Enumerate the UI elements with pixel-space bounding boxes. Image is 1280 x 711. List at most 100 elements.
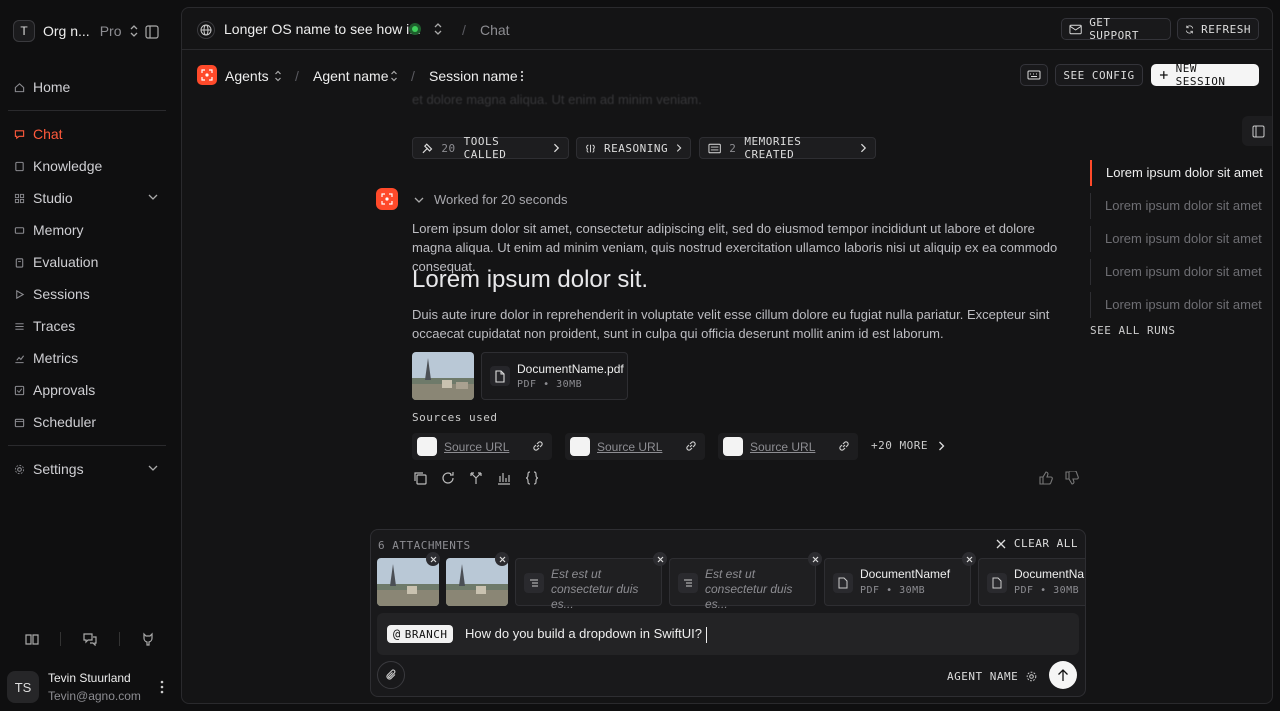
new-session-button[interactable]: NEW SESSION — [1151, 62, 1259, 88]
sidebar-item-settings[interactable]: Settings — [14, 458, 166, 480]
file-meta: PDF • 30MB — [860, 585, 926, 596]
regenerate-icon[interactable] — [441, 471, 455, 485]
text-attachment[interactable]: Est est ut consectetur duis es... — [669, 558, 816, 611]
file-attachment[interactable]: DocumentNa PDF • 30MB — [978, 558, 1085, 606]
memories-label: MEMORIES CREATED — [744, 135, 802, 161]
os-name[interactable]: Longer OS name to see how i... — [224, 21, 421, 37]
remove-attachment-button[interactable] — [808, 552, 822, 566]
hammer-icon — [422, 142, 433, 153]
more-sources-button[interactable]: +20 MORE — [871, 439, 945, 452]
file-attachment-card[interactable]: DocumentName.pdf PDF • 30MB — [481, 352, 628, 400]
org-name: Org n... — [43, 23, 90, 39]
text-attachment[interactable]: Est est ut consectetur duis es... — [515, 558, 662, 611]
sidebar-item-evaluation[interactable]: Evaluation — [14, 251, 166, 273]
sidebar-item-label: Traces — [33, 318, 76, 334]
attach-file-button[interactable] — [377, 661, 405, 689]
agents-selector[interactable]: Agents — [225, 68, 269, 84]
docs-book-icon[interactable] — [25, 632, 39, 646]
remove-attachment-button[interactable] — [962, 552, 976, 566]
sidebar-item-studio[interactable]: Studio — [14, 187, 166, 209]
agent-name-selector[interactable]: Agent name — [313, 68, 389, 84]
memories-count: 2 — [729, 141, 737, 155]
send-button[interactable] — [1049, 661, 1077, 689]
chevron-updown-icon[interactable] — [390, 70, 398, 82]
get-support-button[interactable]: GET SUPPORT — [1061, 16, 1171, 42]
copy-icon[interactable] — [413, 471, 427, 485]
file-attachment[interactable]: DocumentNamef PDF • 30MB — [824, 558, 971, 606]
clear-all-label: CLEAR ALL — [1013, 537, 1078, 550]
clear-all-button[interactable]: CLEAR ALL — [996, 537, 1078, 550]
chevron-updown-icon[interactable] — [433, 22, 443, 36]
chevron-down-icon — [414, 197, 424, 203]
session-name[interactable]: Session name — [429, 68, 518, 84]
sidebar-item-home[interactable]: Home — [14, 76, 166, 98]
source-link[interactable]: Source URL — [718, 433, 858, 460]
remove-attachment-button[interactable] — [426, 552, 440, 566]
source-favicon — [417, 437, 437, 456]
file-meta: PDF • 30MB — [517, 379, 583, 390]
panel-icon — [1252, 125, 1264, 137]
user-menu[interactable]: TS Tevin Stuurland Tevin@agno.com — [7, 670, 172, 704]
breadcrumb-chat[interactable]: Chat — [480, 22, 510, 38]
tools-called-chip[interactable]: 20 TOOLS CALLED — [412, 135, 569, 161]
sidebar-item-label: Chat — [33, 126, 63, 142]
os-status-indicator — [409, 23, 421, 35]
bar-chart-icon[interactable] — [497, 471, 511, 485]
message-paragraph: Duis aute irure dolor in reprehenderit i… — [412, 307, 1050, 341]
sidebar-item-approvals[interactable]: Approvals — [14, 379, 166, 401]
text-attachment-preview: Est est ut consectetur duis es... — [551, 567, 639, 611]
text-attachment-preview: Est est ut consectetur duis es... — [705, 567, 793, 611]
run-item[interactable]: Lorem ipsum dolor sit amet — [1090, 292, 1265, 318]
sidebar-item-memory[interactable]: Memory — [14, 219, 166, 241]
sidebar-item-sessions[interactable]: Sessions — [14, 283, 166, 305]
sidebar-item-scheduler[interactable]: Scheduler — [14, 411, 166, 433]
runs-panel-toggle[interactable] — [1242, 116, 1272, 146]
more-vertical-icon[interactable] — [160, 680, 164, 694]
agent-selector[interactable]: AGENT NAME — [947, 670, 1037, 683]
code-braces-icon[interactable] — [525, 471, 539, 485]
sidebar-footer-links — [0, 632, 180, 646]
memories-created-chip[interactable]: 2 MEMORIES CREATED — [699, 135, 876, 161]
thumbs-up-icon[interactable] — [1039, 471, 1053, 485]
previous-message-text: et dolore magna aliqua. Ut enim ad minim… — [412, 92, 702, 107]
close-icon — [996, 539, 1006, 548]
keyboard-shortcuts-button[interactable] — [1020, 64, 1048, 86]
remove-attachment-button[interactable] — [653, 552, 667, 566]
branch-icon[interactable] — [469, 471, 483, 485]
source-link[interactable]: Source URL — [412, 433, 552, 460]
agent-settings-icon — [1026, 671, 1037, 682]
sidebar: T Org n... Pro Home Chat Knowledge Studi… — [0, 0, 180, 711]
sidebar-item-knowledge[interactable]: Knowledge — [14, 155, 166, 177]
org-switcher[interactable]: T Org n... Pro — [13, 20, 139, 42]
sidebar-item-chat[interactable]: Chat — [14, 123, 166, 145]
more-vertical-icon[interactable] — [520, 70, 524, 82]
reasoning-label: REASONING — [603, 141, 669, 155]
run-item[interactable]: Lorem ipsum dolor sit amet — [1090, 259, 1265, 285]
reasoning-chip[interactable]: REASONING — [576, 137, 691, 159]
sidebar-item-label: Scheduler — [33, 414, 97, 430]
chevron-updown-icon[interactable] — [274, 70, 282, 82]
see-config-button[interactable]: SEE CONFIG — [1055, 64, 1143, 86]
source-link[interactable]: Source URL — [565, 433, 705, 460]
worked-for-toggle[interactable]: Worked for 20 seconds — [414, 192, 567, 207]
github-icon[interactable] — [141, 632, 155, 646]
remove-attachment-button[interactable] — [495, 552, 509, 566]
branch-tag[interactable]: @ BRANCH — [387, 625, 454, 643]
refresh-button[interactable]: REFRESH — [1177, 18, 1259, 40]
sidebar-item-label: Approvals — [33, 382, 96, 398]
breadcrumb-separator: / — [462, 22, 466, 38]
thumbs-down-icon[interactable] — [1065, 471, 1079, 485]
sidebar-item-metrics[interactable]: Metrics — [14, 347, 166, 369]
sidebar-item-traces[interactable]: Traces — [14, 315, 166, 337]
sidebar-toggle-icon[interactable] — [145, 25, 159, 39]
divider — [8, 110, 166, 111]
image-attachment-thumbnail[interactable] — [412, 352, 474, 400]
run-item[interactable]: Lorem ipsum dolor sit amet — [1090, 160, 1265, 186]
community-chat-icon[interactable] — [83, 632, 97, 646]
text-align-icon — [678, 573, 698, 593]
file-name: DocumentName.pdf — [517, 362, 624, 376]
see-all-runs-link[interactable]: SEE ALL RUNS — [1090, 324, 1175, 337]
run-item[interactable]: Lorem ipsum dolor sit amet — [1090, 193, 1265, 219]
message-input[interactable]: @ BRANCH How do you build a dropdown in … — [377, 613, 1079, 655]
run-item[interactable]: Lorem ipsum dolor sit amet — [1090, 226, 1265, 252]
